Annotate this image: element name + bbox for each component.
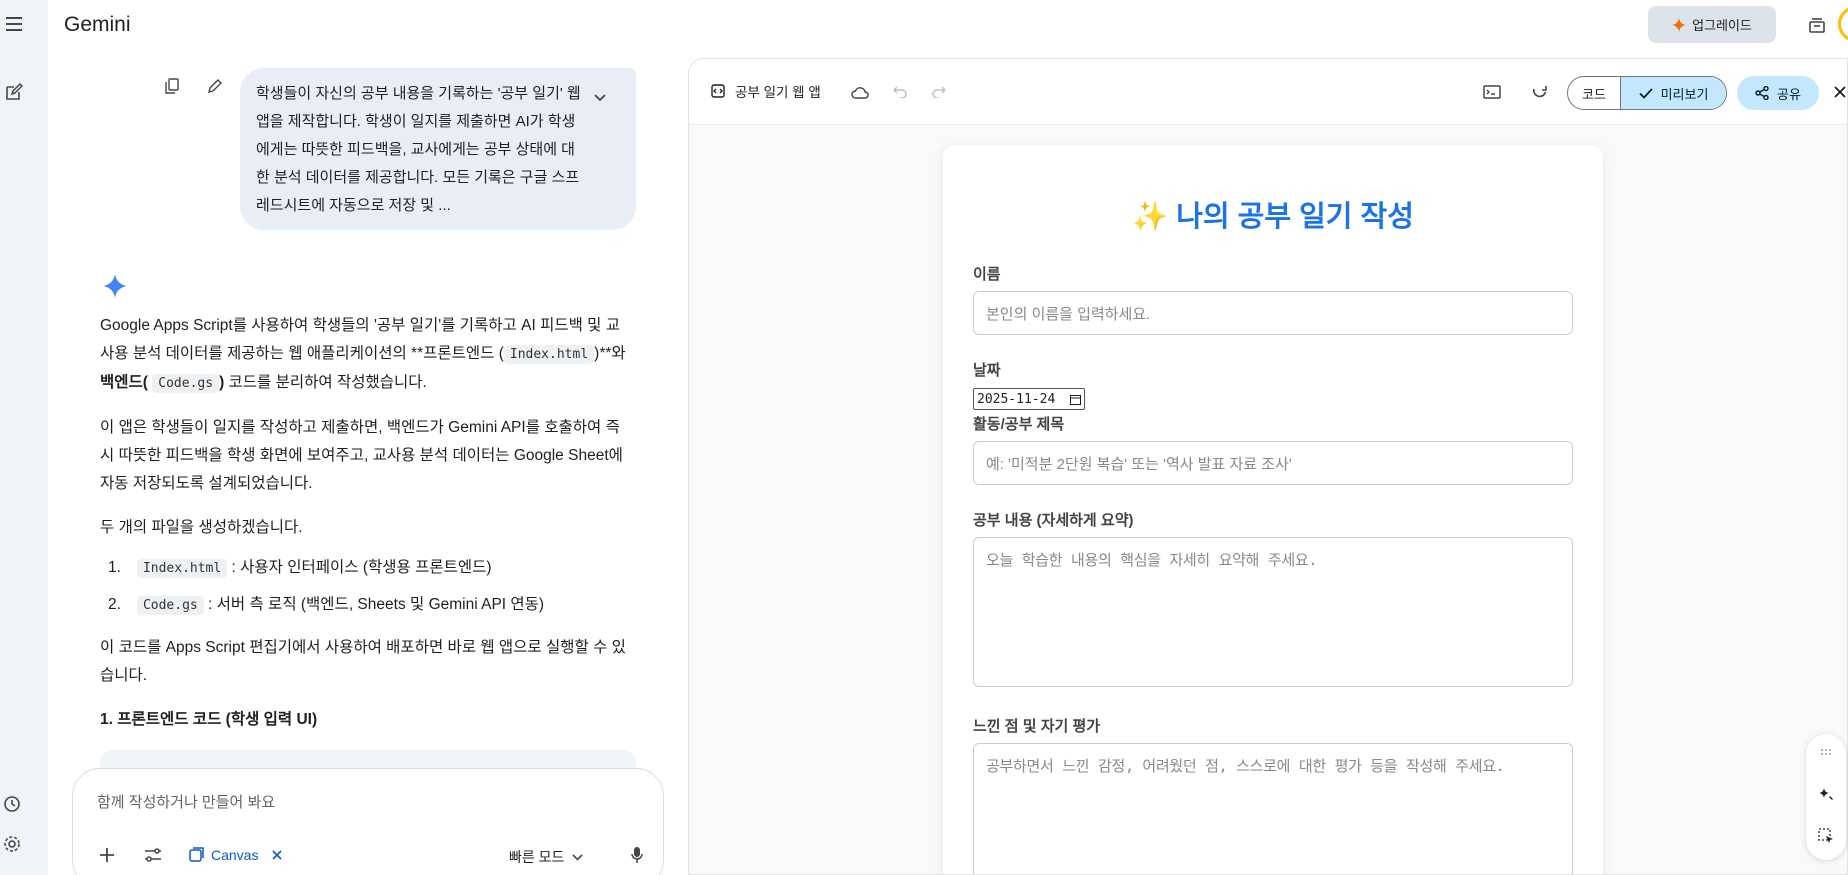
tools-icon[interactable] bbox=[141, 843, 165, 867]
history-icon[interactable] bbox=[0, 792, 24, 816]
canvas-panel: 공부 일기 웹 앱 코드 미리보기 공유 ✨ 나의 공부 일기 작성 이름 본인… bbox=[688, 58, 1848, 875]
gemini-spark-icon bbox=[103, 274, 127, 298]
list-desc: : 서버 측 로직 (백엔드, Sheets 및 Gemini API 연동) bbox=[208, 596, 545, 613]
list-number: 1. bbox=[108, 559, 121, 576]
content-label: 공부 내용 (자세하게 요약) bbox=[973, 512, 1134, 529]
copy-icon[interactable] bbox=[162, 76, 182, 96]
code-chip: Code.gs bbox=[136, 596, 204, 615]
refresh-icon[interactable] bbox=[1527, 79, 1553, 105]
code-chip: Index.html bbox=[136, 559, 228, 578]
list-desc: : 사용자 인터페이스 (학생용 프론트엔드) bbox=[231, 559, 492, 576]
list-item: 1. Index.html : 사용자 인터페이스 (학생용 프론트엔드) bbox=[108, 554, 630, 583]
close-icon[interactable] bbox=[1829, 81, 1847, 103]
share-icon bbox=[1755, 86, 1769, 100]
console-icon[interactable] bbox=[1479, 79, 1505, 105]
date-value: 2025-11-24 bbox=[977, 391, 1056, 407]
chat-input-box[interactable]: 함께 작성하거나 만들어 봐요 Canvas 빠른 모드 bbox=[72, 768, 664, 875]
floating-toolbar bbox=[1806, 734, 1846, 860]
temporary-chat-icon[interactable] bbox=[1804, 12, 1830, 38]
share-button[interactable]: 공유 bbox=[1737, 76, 1819, 110]
user-prompt-text: 학생들이 자신의 공부 내용을 기록하는 '공부 일기' 웹 앱을 제작합니다.… bbox=[256, 85, 581, 214]
settings-icon[interactable] bbox=[0, 832, 24, 856]
microphone-icon[interactable] bbox=[625, 843, 649, 867]
reflection-label: 느낀 점 및 자기 평가 bbox=[973, 718, 1101, 735]
side-rail bbox=[0, 0, 48, 875]
form-title-text: 나의 공부 일기 작성 bbox=[1176, 201, 1414, 233]
canvas-header: 공부 일기 웹 앱 코드 미리보기 공유 bbox=[689, 59, 1847, 125]
reflection-textarea[interactable]: 공부하면서 느낀 감정, 어려웠던 점, 스스로에 대한 평가 등을 작성해 주… bbox=[973, 743, 1573, 874]
new-chat-icon[interactable] bbox=[2, 80, 26, 104]
diary-form-card: ✨ 나의 공부 일기 작성 이름 본인의 이름을 입력하세요. 날짜 2025-… bbox=[943, 145, 1603, 874]
code-chip: Code.gs bbox=[152, 374, 220, 393]
file-list: 1. Index.html : 사용자 인터페이스 (학생용 프론트엔드) 2. C… bbox=[108, 554, 630, 620]
user-prompt-bubble: 학생들이 자신의 공부 내용을 기록하는 '공부 일기' 웹 앱을 제작합니다.… bbox=[240, 68, 636, 230]
tab-preview-label: 미리보기 bbox=[1660, 86, 1709, 102]
menu-icon[interactable] bbox=[2, 12, 26, 36]
mode-selector[interactable]: 빠른 모드 bbox=[509, 847, 583, 867]
activity-input[interactable]: 예: '미적분 2단원 복습' 또는 '역사 발표 자료 조사' bbox=[973, 441, 1573, 485]
upgrade-label: 업그레이드 bbox=[1692, 18, 1752, 33]
app-title[interactable]: Gemini bbox=[64, 13, 131, 37]
ai-edit-icon[interactable] bbox=[1816, 784, 1836, 804]
tab-code[interactable]: 코드 bbox=[1568, 77, 1620, 109]
add-icon[interactable] bbox=[95, 843, 119, 867]
canvas-icon bbox=[189, 847, 205, 863]
section-heading: 1. 프론트엔드 코드 (학생 입력 UI) bbox=[100, 711, 318, 728]
share-label: 공유 bbox=[1777, 86, 1801, 102]
list-item: 2. Code.gs : 서버 측 로직 (백엔드, Sheets 및 Gemin… bbox=[108, 591, 630, 620]
activity-label: 활동/공부 제목 bbox=[973, 416, 1065, 433]
expand-chevron-icon[interactable] bbox=[590, 88, 610, 108]
tab-code-label: 코드 bbox=[1582, 86, 1606, 102]
response-bold: 백엔드( bbox=[100, 374, 148, 391]
response-text: )**와 bbox=[594, 345, 626, 362]
code-brackets-icon bbox=[711, 84, 725, 98]
response-paragraph-3: 두 개의 파일을 생성하겠습니다. bbox=[100, 519, 303, 536]
upgrade-button[interactable]: 업그레이드 bbox=[1648, 6, 1776, 43]
response-paragraph-4: 이 코드를 Apps Script 편집기에서 사용하여 배포하면 바로 웹 앱… bbox=[100, 639, 626, 684]
check-icon bbox=[1638, 87, 1653, 99]
chat-input-field[interactable]: 함께 작성하거나 만들어 봐요 bbox=[97, 791, 275, 812]
content-textarea[interactable]: 오늘 학습한 내용의 핵심을 자세히 요약해 주세요. bbox=[973, 537, 1573, 687]
mode-label: 빠른 모드 bbox=[509, 849, 565, 865]
cloud-save-icon[interactable] bbox=[847, 79, 873, 105]
response-paragraph-1: Google Apps Script를 사용하여 학생들의 '공부 일기'를 기… bbox=[100, 312, 630, 398]
canvas-title: 공부 일기 웹 앱 bbox=[735, 85, 821, 100]
date-input[interactable]: 2025-11-24 bbox=[973, 388, 1085, 410]
date-label: 날짜 bbox=[973, 362, 1001, 379]
undo-icon[interactable] bbox=[887, 79, 913, 105]
redo-icon[interactable] bbox=[926, 79, 952, 105]
form-title: ✨ 나의 공부 일기 작성 bbox=[943, 193, 1603, 235]
edit-icon[interactable] bbox=[205, 76, 225, 96]
code-chip: Index.html bbox=[503, 345, 595, 364]
code-block-preview bbox=[100, 750, 636, 770]
response-paragraph-2: 이 앱은 학생들이 일지를 작성하고 제출하면, 백엔드가 Gemini API… bbox=[100, 419, 623, 492]
calendar-icon bbox=[1070, 394, 1081, 405]
select-element-icon[interactable] bbox=[1816, 826, 1836, 846]
chevron-down-icon bbox=[572, 853, 583, 861]
gemini-response: Google Apps Script를 사용하여 학생들의 '공부 일기'를 기… bbox=[100, 312, 630, 734]
close-icon[interactable] bbox=[272, 850, 283, 860]
drag-handle-icon[interactable] bbox=[1816, 742, 1836, 762]
canvas-title-group[interactable]: 공부 일기 웹 앱 bbox=[711, 81, 821, 101]
list-number: 2. bbox=[108, 596, 121, 613]
response-text: 코드를 분리하여 작성했습니다. bbox=[224, 374, 427, 391]
view-toggle: 코드 미리보기 bbox=[1567, 76, 1727, 110]
avatar[interactable] bbox=[1838, 6, 1848, 42]
sparkle-icon bbox=[1672, 17, 1687, 32]
name-label: 이름 bbox=[973, 266, 1001, 283]
name-input[interactable]: 본인의 이름을 입력하세요. bbox=[973, 291, 1573, 335]
tab-preview[interactable]: 미리보기 bbox=[1620, 77, 1726, 109]
sparkles-icon: ✨ bbox=[1132, 201, 1169, 233]
canvas-chip-label: Canvas bbox=[211, 847, 259, 863]
canvas-chip[interactable]: Canvas bbox=[189, 841, 283, 869]
